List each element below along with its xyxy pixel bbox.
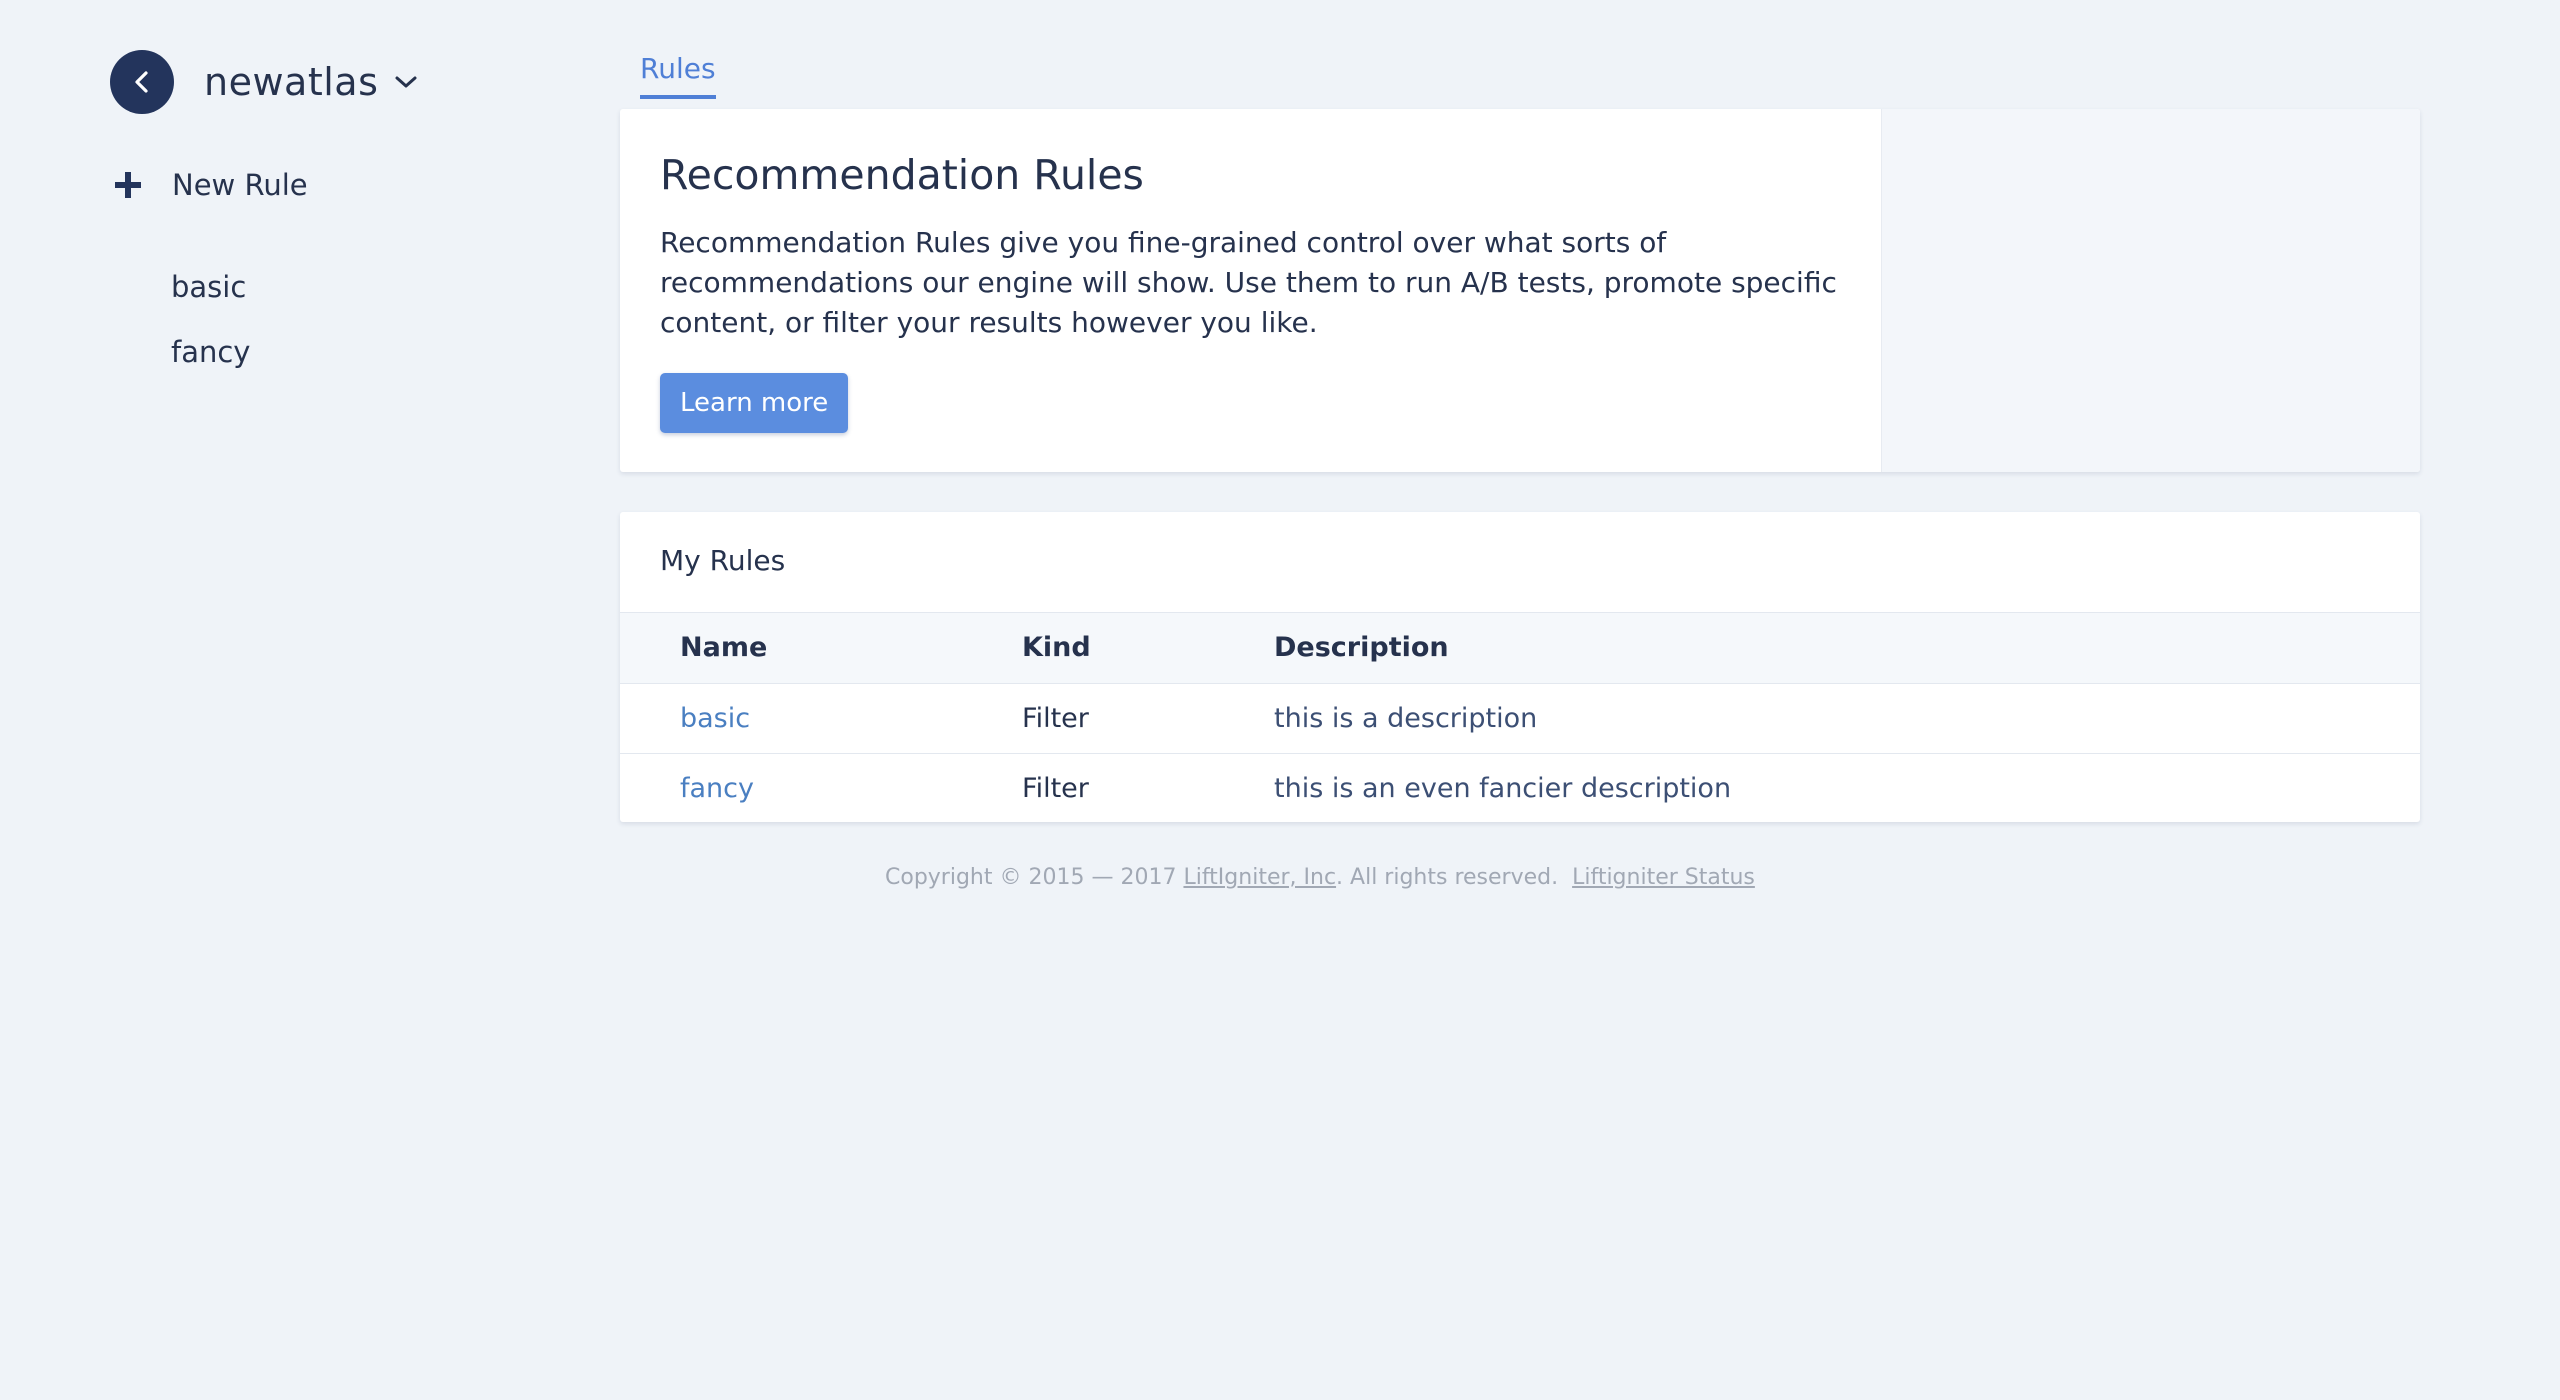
footer-copyright: Copyright © 2015 — 2017 bbox=[885, 865, 1184, 890]
sidebar-item-basic[interactable]: basic bbox=[171, 268, 250, 333]
column-header-name: Name bbox=[620, 613, 1022, 684]
my-rules-title: My Rules bbox=[620, 512, 2420, 613]
my-rules-card: My Rules Name Kind Description basic Fil… bbox=[620, 512, 2420, 822]
sidebar-item-fancy[interactable]: fancy bbox=[171, 333, 250, 398]
chevron-left-icon bbox=[135, 71, 148, 93]
new-rule-button[interactable]: New Rule bbox=[114, 168, 308, 202]
sidebar: newatlas New Rule basic fancy bbox=[0, 0, 560, 1400]
footer: Copyright © 2015 — 2017 LiftIgniter, Inc… bbox=[885, 865, 1755, 890]
account-name[interactable]: newatlas bbox=[204, 60, 378, 104]
table-header-row: Name Kind Description bbox=[620, 613, 2420, 684]
intro-content: Recommendation Rules Recommendation Rule… bbox=[620, 109, 1881, 472]
rule-description: this is a description bbox=[1274, 702, 1538, 734]
company-link[interactable]: LiftIgniter, Inc bbox=[1183, 865, 1336, 890]
rules-table: Name Kind Description basic Filter this … bbox=[620, 613, 2420, 822]
new-rule-label: New Rule bbox=[172, 168, 308, 202]
account-dropdown-toggle[interactable] bbox=[394, 74, 418, 90]
rule-description: this is an even fancier description bbox=[1274, 772, 1732, 804]
rule-name-link[interactable]: fancy bbox=[680, 773, 754, 804]
tab-rules[interactable]: Rules bbox=[640, 52, 716, 99]
column-header-description: Description bbox=[1274, 613, 2420, 684]
sidebar-rule-list: basic fancy bbox=[171, 268, 250, 398]
footer-rights: . All rights reserved. bbox=[1336, 865, 1573, 890]
column-header-kind: Kind bbox=[1022, 613, 1274, 684]
table-row: basic Filter this is a description bbox=[620, 683, 2420, 753]
chevron-down-icon bbox=[395, 76, 417, 88]
rule-name-link[interactable]: basic bbox=[680, 703, 750, 734]
status-link[interactable]: Liftigniter Status bbox=[1572, 865, 1755, 890]
intro-card: Recommendation Rules Recommendation Rule… bbox=[620, 109, 2420, 472]
account-header: newatlas bbox=[110, 50, 418, 114]
learn-more-button[interactable]: Learn more bbox=[660, 373, 849, 433]
intro-text: Recommendation Rules give you fine-grain… bbox=[660, 226, 1837, 339]
intro-title: Recommendation Rules bbox=[660, 151, 1144, 199]
rule-kind: Filter bbox=[1022, 702, 1089, 734]
plus-icon bbox=[115, 172, 141, 198]
table-row: fancy Filter this is an even fancier des… bbox=[620, 753, 2420, 822]
rule-kind: Filter bbox=[1022, 772, 1089, 804]
back-button[interactable] bbox=[110, 50, 174, 114]
intro-side-panel bbox=[1881, 109, 2420, 472]
